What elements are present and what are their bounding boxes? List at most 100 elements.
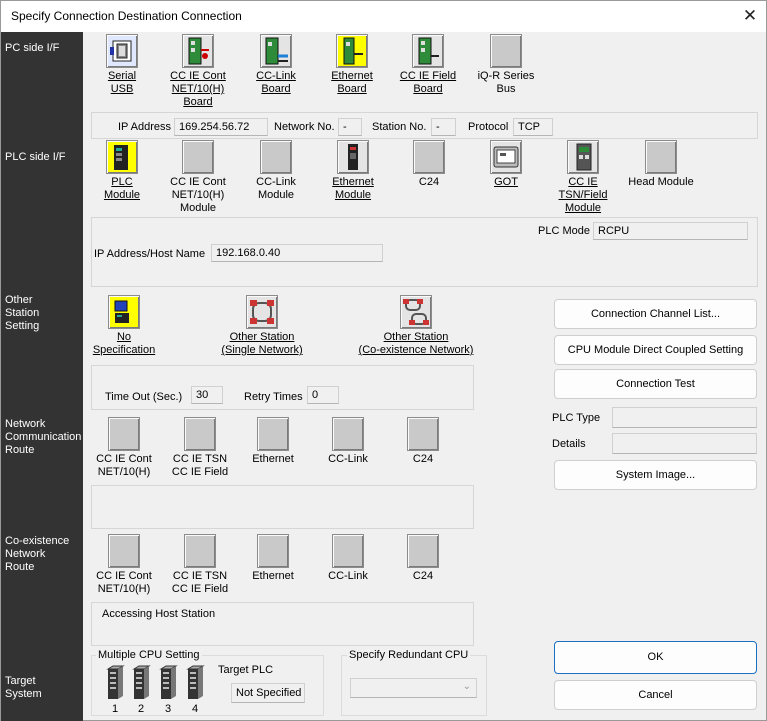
ip-host-label: IP Address/Host Name xyxy=(94,248,206,260)
coexistence-network-icon xyxy=(400,295,432,329)
dialog-window: Specify Connection Destination Connectio… xyxy=(0,0,767,721)
route-ethernet-button[interactable]: Ethernet xyxy=(235,417,311,466)
coex-cc-ie-tsn-label: CC IE TSN CC IE Field xyxy=(171,570,229,595)
pc-ethernet-board-label: Ethernet Board xyxy=(331,70,373,95)
cpu-4-button[interactable]: 4 xyxy=(185,665,205,715)
connection-channel-list-button[interactable]: Connection Channel List... xyxy=(554,299,757,329)
pc-iq-r-bus-label: iQ-R Series Bus xyxy=(477,70,535,95)
ok-button[interactable]: OK xyxy=(554,641,757,674)
network-no-field[interactable]: - xyxy=(338,118,362,136)
plc-side-label: PLC side I/F xyxy=(5,151,66,163)
pc-cc-link-board-button[interactable]: CC-Link Board xyxy=(238,34,314,96)
coex-c24-button[interactable]: C24 xyxy=(385,534,461,583)
cpu-module-icon xyxy=(159,665,178,699)
close-icon[interactable]: ✕ xyxy=(737,5,763,27)
pc-ethernet-board-button[interactable]: Ethernet Board xyxy=(314,34,390,96)
blank-icon xyxy=(257,417,289,451)
cpu-number: 1 xyxy=(111,703,119,715)
other-station-coexistence-button[interactable]: Other Station (Co-existence Network) xyxy=(356,295,476,357)
plc-cc-link-module-button[interactable]: CC-Link Module xyxy=(238,140,314,202)
route-cc-link-label: CC-Link xyxy=(328,453,368,465)
blank-icon xyxy=(332,534,364,568)
route-c24-button[interactable]: C24 xyxy=(385,417,461,466)
coex-cc-ie-cont-label: CC IE Cont NET/10(H) xyxy=(96,570,152,595)
plc-mode-field[interactable]: RCPU xyxy=(593,222,748,240)
blank-icon xyxy=(260,140,292,174)
route-cc-ie-tsn-button[interactable]: CC IE TSN CC IE Field xyxy=(162,417,238,479)
cpu-1-button[interactable]: 1 xyxy=(105,665,125,715)
plc-type-field[interactable] xyxy=(612,407,757,428)
route-cc-ie-cont-label: CC IE Cont NET/10(H) xyxy=(96,453,152,478)
protocol-label: Protocol xyxy=(468,121,509,133)
target-plc-field: Not Specified xyxy=(231,683,305,703)
route-ethernet-label: Ethernet xyxy=(252,453,294,465)
details-field[interactable] xyxy=(612,433,757,454)
redundant-cpu-select[interactable]: ⌄ xyxy=(350,678,477,698)
no-specification-button[interactable]: No Specification xyxy=(86,295,162,357)
section-sidebar: PC side I/F PLC side I/F Other Station S… xyxy=(1,32,83,721)
route-cc-link-button[interactable]: CC-Link xyxy=(310,417,386,466)
plc-head-module-label: Head Module xyxy=(628,176,694,188)
timeout-label: Time Out (Sec.) xyxy=(105,391,183,403)
plc-module-icon xyxy=(106,140,138,174)
retry-field[interactable]: 0 xyxy=(307,386,339,404)
plc-ethernet-module-button[interactable]: Ethernet Module xyxy=(315,140,391,202)
coex-ethernet-button[interactable]: Ethernet xyxy=(235,534,311,583)
cpu-3-button[interactable]: 3 xyxy=(158,665,178,715)
blank-icon xyxy=(407,534,439,568)
other-station-single-button[interactable]: Other Station (Single Network) xyxy=(219,295,305,357)
plc-c24-label: C24 xyxy=(418,176,440,188)
pc-cc-ie-cont-board-button[interactable]: CC IE Cont NET/10(H) Board xyxy=(160,34,236,109)
coex-cc-ie-tsn-button[interactable]: CC IE TSN CC IE Field xyxy=(162,534,238,596)
pc-serial-usb-button[interactable]: Serial USB xyxy=(84,34,160,96)
retry-label: Retry Times xyxy=(244,391,303,403)
single-network-icon xyxy=(246,295,278,329)
plc-c24-button[interactable]: C24 xyxy=(391,140,467,189)
plc-got-label: GOT xyxy=(494,176,518,188)
coex-c24-label: C24 xyxy=(412,570,434,582)
plc-cc-ie-tsn-field-module-label: CC IE TSN/Field Module xyxy=(558,176,608,214)
protocol-field[interactable]: TCP xyxy=(513,118,553,136)
pc-side-label: PC side I/F xyxy=(5,42,60,54)
timeout-field[interactable]: 30 xyxy=(191,386,223,404)
pc-cc-ie-field-board-label: CC IE Field Board xyxy=(399,70,457,95)
ethernet-module-icon xyxy=(337,140,369,174)
cancel-button[interactable]: Cancel xyxy=(554,680,757,710)
multiple-cpu-label: Multiple CPU Setting xyxy=(96,649,202,661)
pc-serial-usb-label: Serial USB xyxy=(107,70,137,95)
ip-host-field[interactable]: 192.168.0.40 xyxy=(211,244,383,262)
tsn-module-icon xyxy=(567,140,599,174)
blank-icon xyxy=(184,534,216,568)
plc-head-module-button[interactable]: Head Module xyxy=(623,140,699,189)
system-image-button[interactable]: System Image... xyxy=(554,460,757,490)
target-system-label: Target System xyxy=(5,675,42,700)
cpu-number: 2 xyxy=(137,703,145,715)
cpu-direct-coupled-button[interactable]: CPU Module Direct Coupled Setting xyxy=(554,335,757,365)
ip-address-field[interactable]: 169.254.56.72 xyxy=(174,118,268,136)
coex-cc-link-button[interactable]: CC-Link xyxy=(310,534,386,583)
plc-got-button[interactable]: GOT xyxy=(468,140,544,189)
plc-cc-ie-tsn-field-module-button[interactable]: CC IE TSN/Field Module xyxy=(545,140,621,215)
no-specification-label: No Specification xyxy=(92,331,156,356)
cpu-module-icon xyxy=(106,665,125,699)
cpu-2-button[interactable]: 2 xyxy=(131,665,151,715)
pc-cc-ie-field-board-button[interactable]: CC IE Field Board xyxy=(390,34,466,96)
accessing-host-status: Accessing Host Station xyxy=(102,608,216,620)
route-cc-ie-cont-button[interactable]: CC IE Cont NET/10(H) xyxy=(86,417,162,479)
blank-icon xyxy=(407,417,439,451)
coex-cc-ie-cont-button[interactable]: CC IE Cont NET/10(H) xyxy=(86,534,162,596)
plc-module-label: PLC Module xyxy=(103,176,141,201)
pc-iq-r-bus-button[interactable]: iQ-R Series Bus xyxy=(468,34,544,96)
other-station-label: Other Station Setting xyxy=(5,294,40,332)
no-specification-icon xyxy=(108,295,140,329)
blank-icon xyxy=(257,534,289,568)
plc-module-button[interactable]: PLC Module xyxy=(84,140,160,202)
chevron-down-icon: ⌄ xyxy=(462,681,471,692)
cpu-module-icon xyxy=(186,665,205,699)
plc-cc-ie-cont-module-label: CC IE Cont NET/10(H) Module xyxy=(170,176,226,214)
station-no-field[interactable]: - xyxy=(431,118,456,136)
plc-cc-ie-cont-module-button[interactable]: CC IE Cont NET/10(H) Module xyxy=(160,140,236,215)
connection-test-button[interactable]: Connection Test xyxy=(554,369,757,399)
plc-mode-label: PLC Mode xyxy=(538,225,590,237)
plc-type-label: PLC Type xyxy=(552,412,601,424)
